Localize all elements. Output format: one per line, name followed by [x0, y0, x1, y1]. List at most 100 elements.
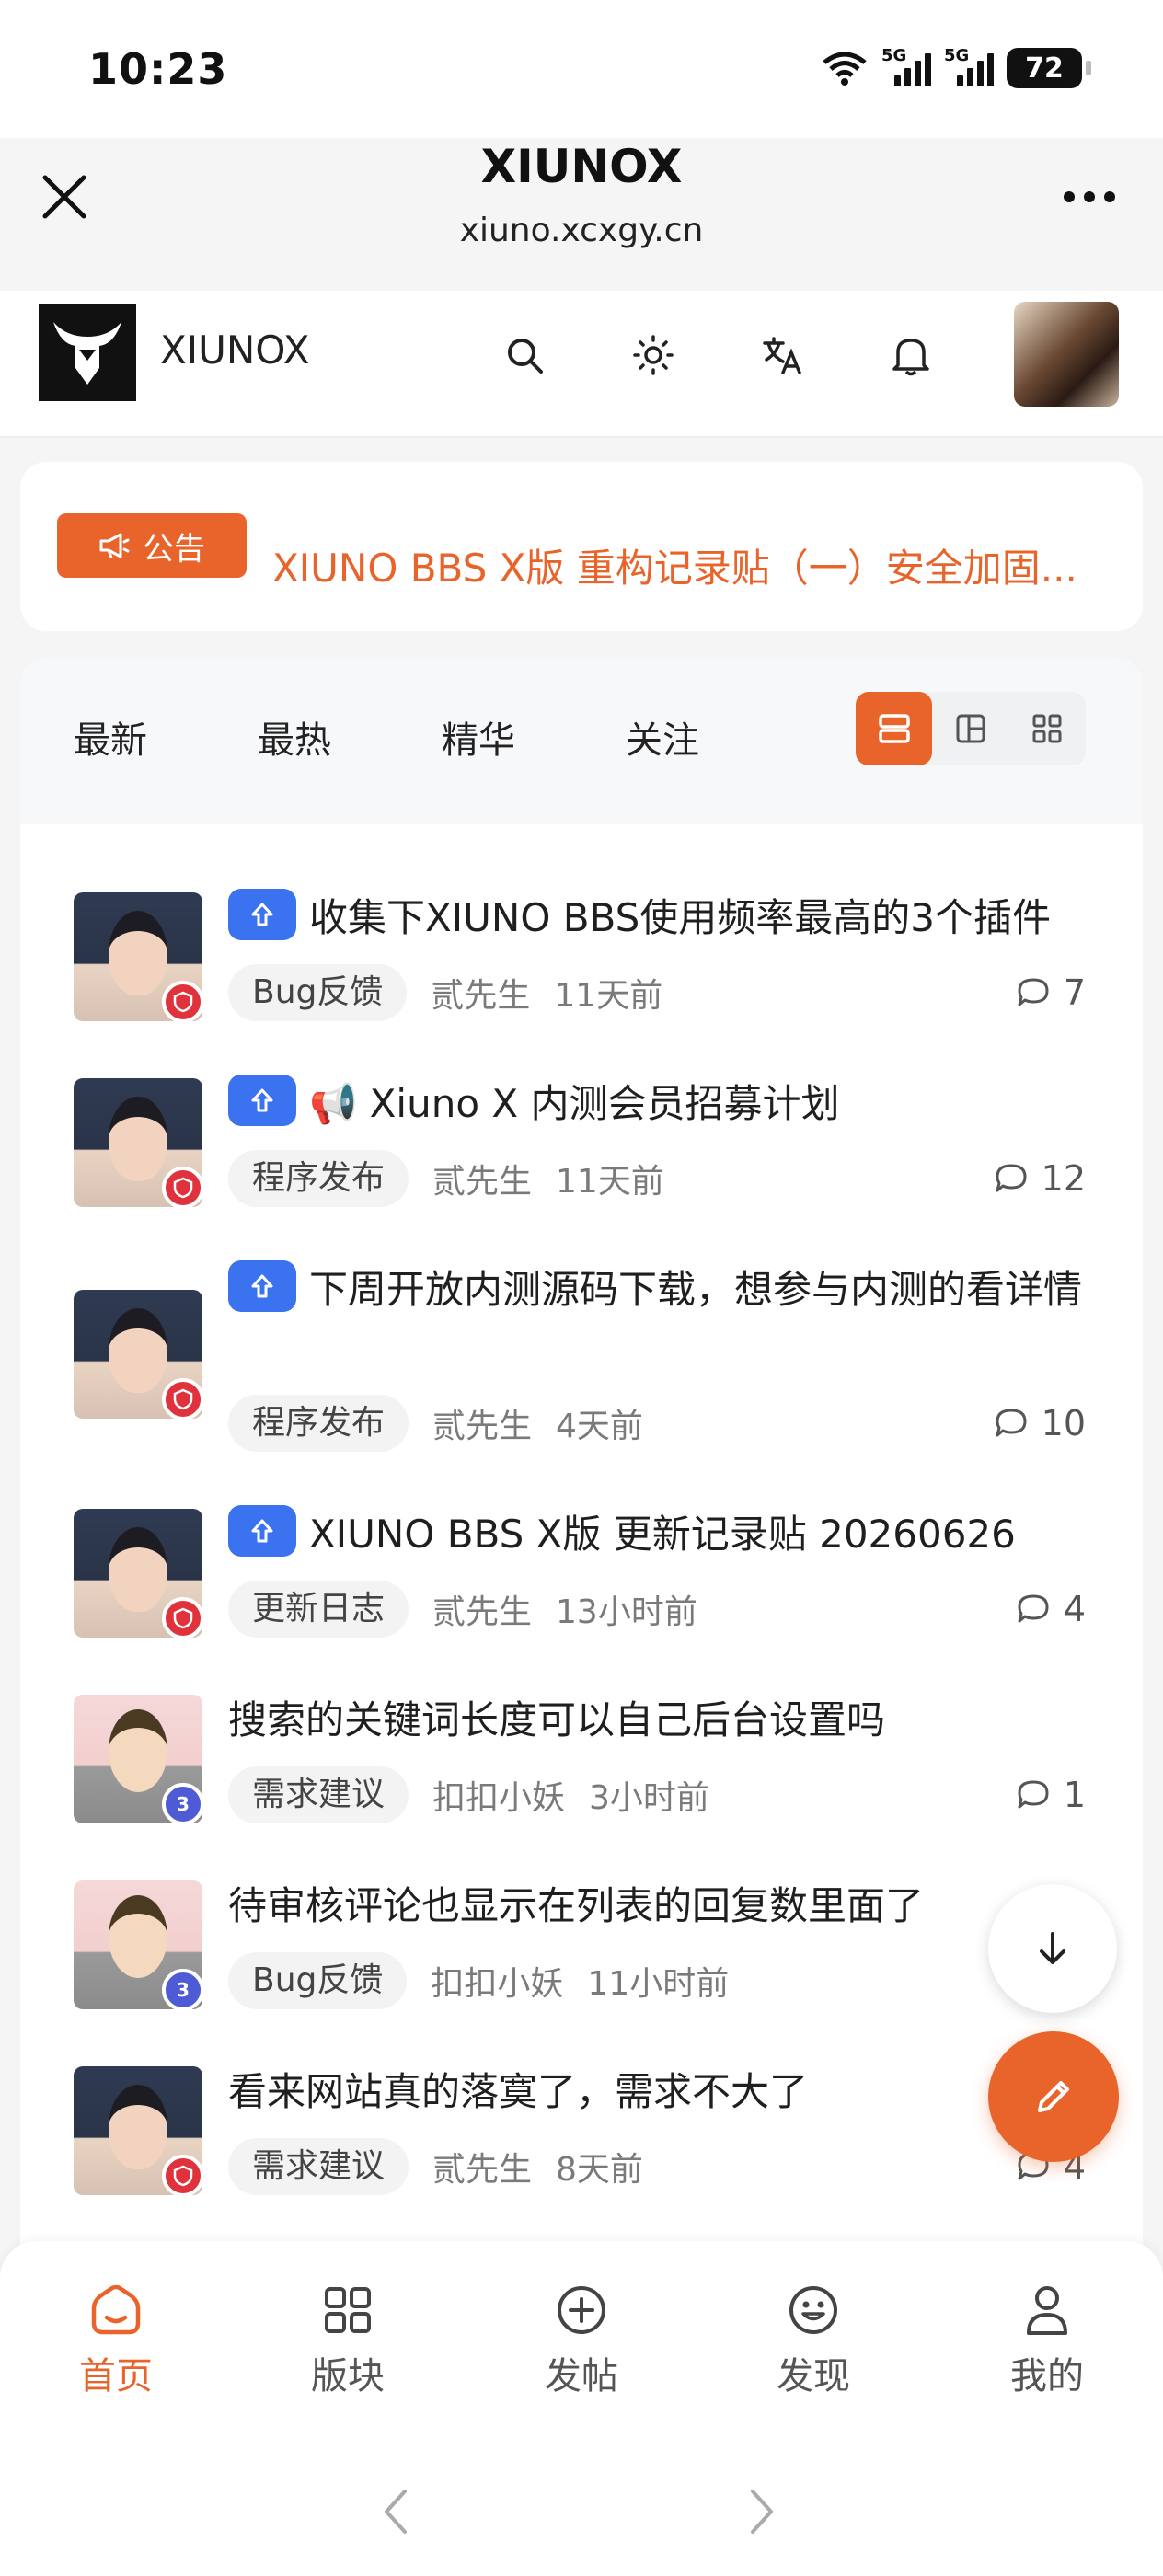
plus-circle-icon	[558, 2286, 605, 2334]
post-meta: 程序发布 贰先生 11天前	[228, 1150, 664, 1207]
author-name[interactable]: 贰先生	[432, 1585, 532, 1633]
author-avatar[interactable]	[74, 1078, 202, 1207]
shield-badge-icon	[162, 981, 202, 1021]
list-view-button[interactable]	[856, 692, 932, 765]
post-title[interactable]: 看来网站真的落寞了，需求不大了	[228, 2063, 1102, 2122]
battery-icon: 72	[1007, 48, 1091, 88]
pinned-icon	[228, 889, 296, 940]
chevron-left-icon	[385, 2490, 407, 2534]
signal-icon: 5G	[944, 46, 994, 86]
new-post-button[interactable]	[988, 2031, 1119, 2162]
post-title[interactable]: 待审核评论也显示在列表的回复数里面了	[228, 1877, 1102, 1936]
category-tag[interactable]: 程序发布	[228, 1395, 409, 1452]
post-title[interactable]: XIUNO BBS X版 更新记录贴 20260626	[309, 1512, 1016, 1557]
post-time: 8天前	[556, 2151, 643, 2189]
comment-count: 7	[1016, 964, 1086, 1021]
announcement-card[interactable]: 公告 XIUNO BBS X版 重构记录贴（一）安全加固...	[20, 462, 1143, 631]
dot-icon	[1084, 191, 1095, 202]
author-avatar[interactable]: 3	[74, 1695, 202, 1823]
post-time: 3小时前	[589, 1779, 709, 1817]
post-item[interactable]: 📢 Xiuno X 内测会员招募计划 程序发布 贰先生 11天前 12	[20, 1075, 1143, 1249]
megaphone-icon	[99, 533, 130, 558]
author-avatar[interactable]	[74, 1290, 202, 1419]
post-meta: 更新日志 贰先生 13小时前	[228, 1581, 697, 1638]
post-title-line[interactable]: 收集下XIUNO BBS使用频率最高的3个插件	[228, 889, 1102, 948]
author-name[interactable]: 贰先生	[432, 2143, 532, 2191]
bull-logo-icon	[53, 322, 121, 385]
nav-new-post[interactable]: 发帖	[508, 2280, 655, 2399]
author-avatar[interactable]	[74, 1509, 202, 1638]
author-avatar[interactable]	[74, 2066, 202, 2195]
translate-button[interactable]	[754, 328, 810, 383]
nav-me[interactable]: 我的	[973, 2280, 1121, 2399]
page-url: xiuno.xcxgy.cn	[459, 212, 704, 249]
author-avatar[interactable]: 3	[74, 1880, 202, 2009]
nav-home[interactable]: 首页	[42, 2280, 190, 2399]
category-tag[interactable]: 需求建议	[228, 2138, 409, 2195]
post-title[interactable]: 搜索的关键词长度可以自己后台设置吗	[228, 1691, 1102, 1750]
post-title-line[interactable]: XIUNO BBS X版 更新记录贴 20260626	[228, 1505, 1102, 1564]
nav-discover[interactable]: 发现	[740, 2280, 887, 2399]
dot-icon	[1104, 191, 1115, 202]
dot-icon	[1064, 191, 1075, 202]
post-meta: 需求建议 扣扣小妖 3小时前	[228, 1766, 709, 1823]
post-time: 4天前	[556, 1408, 643, 1445]
post-title[interactable]: 下周开放内测源码下载，想参与内测的看详情	[309, 1267, 1082, 1312]
category-tag[interactable]: 程序发布	[228, 1150, 409, 1207]
post-item[interactable]: XIUNO BBS X版 更新记录贴 20260626 更新日志 贰先生 13小…	[20, 1505, 1143, 1680]
card-view-icon	[956, 714, 985, 743]
post-title[interactable]: 📢 Xiuno X 内测会员招募计划	[309, 1081, 840, 1126]
comment-icon	[996, 1164, 1027, 1192]
post-title-line[interactable]: 📢 Xiuno X 内测会员招募计划	[228, 1075, 1102, 1133]
back-button[interactable]	[368, 2484, 423, 2539]
post-time: 11小时前	[587, 1965, 730, 2003]
post-item[interactable]: 看来网站真的落寞了，需求不大了 需求建议 贰先生 8天前 4	[20, 2063, 1143, 2237]
post-item[interactable]: 3 待审核评论也显示在列表的回复数里面了 Bug反馈 扣扣小妖 11小时前	[20, 1877, 1143, 2052]
author-name[interactable]: 扣扣小妖	[431, 1957, 563, 2005]
author-name[interactable]: 贰先生	[432, 1399, 532, 1447]
category-tag[interactable]: Bug反馈	[228, 1952, 408, 2009]
category-tag[interactable]: Bug反馈	[228, 964, 408, 1021]
post-item[interactable]: 3 搜索的关键词长度可以自己后台设置吗 需求建议 扣扣小妖 3小时前 1	[20, 1691, 1143, 1866]
home-icon	[91, 2284, 141, 2335]
list-view-icon	[878, 714, 910, 743]
author-name[interactable]: 贰先生	[432, 1155, 532, 1202]
scroll-down-button[interactable]	[988, 1884, 1117, 2013]
nav-forums[interactable]: 版块	[274, 2280, 421, 2399]
card-view-button[interactable]	[932, 692, 1008, 765]
author-name[interactable]: 贰先生	[431, 969, 530, 1017]
translate-icon	[763, 337, 801, 374]
bell-icon	[892, 339, 929, 376]
category-tag[interactable]: 更新日志	[228, 1581, 409, 1638]
category-tag[interactable]: 需求建议	[228, 1766, 409, 1823]
tab-following[interactable]: 关注	[626, 710, 699, 764]
site-name[interactable]: XIUNOX	[160, 328, 309, 373]
browser-navigation	[0, 2444, 1163, 2576]
comment-count: 4	[1016, 1581, 1086, 1638]
user-avatar[interactable]	[1014, 302, 1119, 407]
more-menu-button[interactable]	[1053, 180, 1126, 213]
tab-latest[interactable]: 最新	[74, 710, 147, 764]
post-title-line[interactable]: 下周开放内测源码下载，想参与内测的看详情	[228, 1260, 1102, 1319]
post-meta: 需求建议 贰先生 8天前	[228, 2138, 643, 2195]
forward-button[interactable]	[734, 2484, 789, 2539]
post-item[interactable]: 收集下XIUNO BBS使用频率最高的3个插件 Bug反馈 贰先生 11天前 7	[20, 889, 1143, 1064]
smile-icon	[789, 2286, 837, 2334]
theme-toggle-button[interactable]	[626, 328, 681, 383]
announcement-badge-label: 公告	[143, 530, 205, 568]
site-logo[interactable]	[39, 304, 136, 401]
post-title[interactable]: 收集下XIUNO BBS使用频率最高的3个插件	[309, 895, 1051, 940]
grid-view-button[interactable]	[1008, 692, 1085, 765]
tab-hot[interactable]: 最热	[258, 710, 331, 764]
announcement-text[interactable]: XIUNO BBS X版 重构记录贴（一）安全加固...	[272, 537, 1100, 593]
author-name[interactable]: 扣扣小妖	[432, 1771, 565, 1819]
comment-icon	[1018, 1780, 1049, 1809]
level-badge-icon: 3	[162, 1783, 202, 1823]
post-list-card: 最新 最热 精华 关注 收集下XIUNO BBS使用频率最高的3个插件 Bug反…	[20, 659, 1143, 2269]
notifications-button[interactable]	[883, 328, 938, 383]
status-icons: 5G 5G 72	[821, 46, 1091, 88]
tab-featured[interactable]: 精华	[442, 710, 515, 764]
post-item[interactable]: 下周开放内测源码下载，想参与内测的看详情 程序发布 贰先生 4天前 10	[20, 1260, 1143, 1490]
author-avatar[interactable]	[74, 892, 202, 1021]
search-button[interactable]	[497, 328, 552, 383]
